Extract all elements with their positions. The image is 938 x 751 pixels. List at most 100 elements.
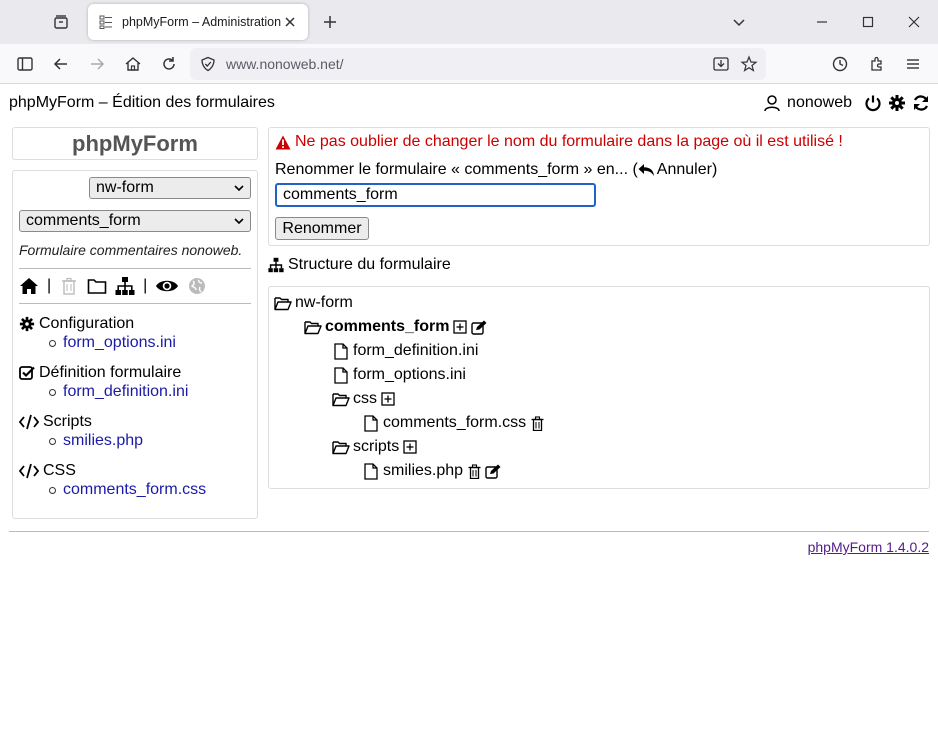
forward-icon[interactable] — [87, 54, 107, 74]
url-bar[interactable]: www.nonoweb.net/ — [190, 48, 766, 80]
home-icon[interactable] — [19, 276, 39, 296]
user-area: nonoweb — [763, 94, 930, 112]
tree-node-label: nw-form — [295, 294, 353, 311]
tree-node-label: comments_form — [325, 318, 450, 335]
section-scripts: Scripts — [19, 412, 251, 432]
rename-panel: Ne pas oublier de changer le nom du form… — [268, 127, 930, 246]
cancel-link[interactable]: Annuler) — [638, 161, 717, 179]
rename-button[interactable]: Renommer — [275, 217, 369, 240]
tree-node-label: css — [353, 390, 377, 407]
chevron-down-icon — [233, 182, 245, 194]
structure-tree: nw-form comments_form form_definition.in… — [268, 286, 930, 489]
trash-icon — [59, 276, 79, 296]
toolbar-separator: | — [47, 277, 52, 294]
add-square-icon[interactable] — [402, 439, 418, 455]
tab-close-icon[interactable] — [282, 14, 298, 30]
minimize-icon[interactable] — [812, 12, 832, 32]
refresh-icon[interactable] — [912, 94, 930, 112]
site-select-value: nw-form — [96, 179, 154, 196]
url-text: www.nonoweb.net/ — [226, 56, 344, 72]
sidebar-panel: nw-form comments_form Formulaire comment… — [12, 170, 258, 519]
link-form-options[interactable]: form_options.ini — [49, 334, 251, 352]
save-page-icon[interactable] — [712, 55, 730, 73]
eye-icon[interactable] — [155, 276, 179, 296]
shield-icon[interactable] — [200, 56, 216, 72]
file-icon — [332, 366, 350, 384]
bullet-icon — [49, 339, 56, 347]
reload-icon[interactable] — [159, 54, 179, 74]
close-window-icon[interactable] — [904, 12, 924, 32]
link-form-definition[interactable]: form_definition.ini — [49, 383, 251, 401]
divider — [19, 303, 251, 304]
form-description: Formulaire commentaires nonoweb. — [19, 242, 243, 258]
folder-open-icon — [332, 390, 350, 408]
form-toolbar: | | — [19, 271, 251, 301]
link-smilies[interactable]: smilies.php — [49, 432, 251, 450]
logout-power-icon[interactable] — [864, 94, 882, 112]
sitemap-icon — [268, 257, 284, 273]
page-content: phpMyForm – Édition des formulaires nono… — [0, 84, 938, 751]
bullet-icon — [49, 486, 56, 494]
chevron-down-icon — [233, 215, 245, 227]
section-definition: Définition formulaire — [19, 363, 251, 383]
bullet-icon — [49, 437, 56, 445]
sidebar-toggle-icon[interactable] — [15, 54, 35, 74]
settings-gear-icon[interactable] — [888, 94, 906, 112]
tree-node-file[interactable]: form_options.ini — [269, 363, 929, 387]
tree-node-form[interactable]: comments_form — [269, 315, 929, 339]
tab-overflow-chevron-icon[interactable] — [729, 12, 749, 32]
menu-icon[interactable] — [903, 54, 923, 74]
section-title-label: Définition formulaire — [39, 364, 182, 381]
globe-icon — [187, 276, 207, 296]
link-label: comments_form.css — [63, 481, 207, 498]
bookmark-star-icon[interactable] — [740, 55, 758, 73]
brand-logo: phpMyForm — [12, 127, 258, 160]
tree-node-file[interactable]: smilies.php — [269, 459, 929, 483]
tree-node-label: smilies.php — [383, 462, 464, 479]
tree-node-file[interactable]: comments_form.css — [269, 411, 929, 435]
tab-favicon-icon — [98, 14, 114, 30]
edit-icon[interactable] — [485, 463, 501, 479]
add-square-icon[interactable] — [380, 391, 396, 407]
version-link[interactable]: phpMyForm 1.4.0.2 — [808, 539, 929, 555]
file-icon — [362, 414, 380, 432]
tab-list-icon[interactable] — [50, 11, 72, 33]
tree-node-label: scripts — [353, 438, 400, 455]
code-icon — [19, 414, 39, 430]
rename-input[interactable]: comments_form — [275, 183, 596, 207]
tree-node-label: form_definition.ini — [353, 342, 479, 359]
tree-node-label: comments_form.css — [383, 414, 527, 431]
folder-open-icon — [274, 294, 292, 312]
trash-icon[interactable] — [529, 415, 545, 431]
back-icon[interactable] — [51, 54, 71, 74]
maximize-icon[interactable] — [858, 12, 878, 32]
home-icon[interactable] — [123, 54, 143, 74]
checkbox-icon — [19, 365, 35, 381]
form-select[interactable]: comments_form — [19, 210, 251, 232]
divider — [19, 268, 251, 269]
sitemap-icon[interactable] — [115, 276, 135, 296]
new-tab-icon[interactable] — [320, 12, 340, 32]
tree-node-scripts-folder[interactable]: scripts — [269, 435, 929, 459]
gear-icon — [19, 316, 35, 332]
structure-title: Structure du formulaire — [268, 254, 930, 276]
tree-node-root[interactable]: nw-form — [269, 291, 929, 315]
site-select[interactable]: nw-form — [89, 177, 251, 199]
tree-node-css-folder[interactable]: css — [269, 387, 929, 411]
extensions-icon[interactable] — [867, 54, 887, 74]
trash-icon[interactable] — [466, 463, 482, 479]
tree-node-file[interactable]: form_definition.ini — [269, 339, 929, 363]
add-square-icon[interactable] — [452, 319, 468, 335]
app-header: phpMyForm – Édition des formulaires nono… — [9, 92, 930, 114]
history-icon[interactable] — [830, 54, 850, 74]
user-icon — [763, 94, 781, 112]
warning-text: Ne pas oublier de changer le nom du form… — [295, 133, 843, 150]
browser-tab[interactable]: phpMyForm – Administration — [88, 4, 308, 40]
browser-navbar: www.nonoweb.net/ — [0, 44, 938, 84]
folder-icon[interactable] — [87, 276, 107, 296]
edit-icon[interactable] — [471, 319, 487, 335]
page-title: phpMyForm – Édition des formulaires — [9, 94, 275, 111]
code-icon — [19, 463, 39, 479]
link-comments-css[interactable]: comments_form.css — [49, 481, 251, 499]
main-content: Ne pas oublier de changer le nom du form… — [268, 127, 930, 489]
